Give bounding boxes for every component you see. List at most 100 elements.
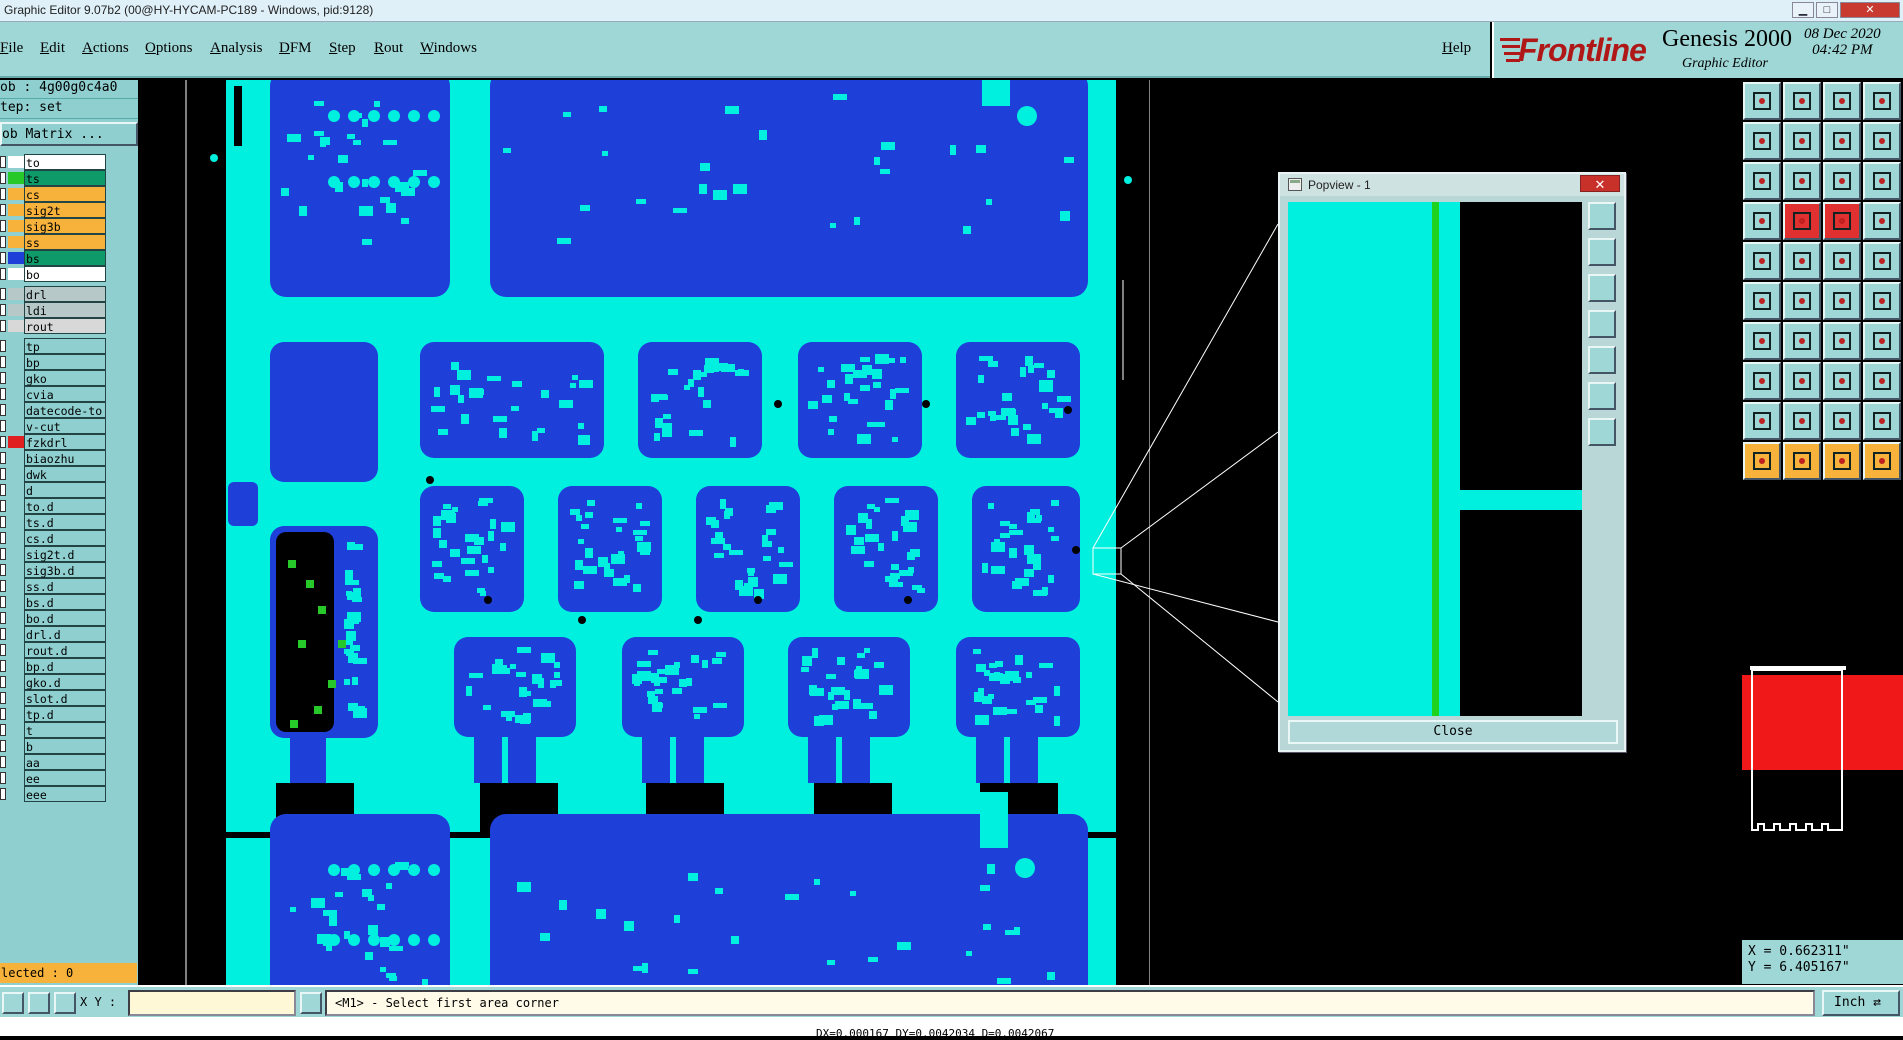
point-icon[interactable] [1823, 242, 1861, 280]
layer-row-datecode-to[interactable]: datecode-to [0, 402, 110, 418]
resize-icon[interactable] [1863, 362, 1901, 400]
graphic-canvas[interactable] [138, 80, 1150, 985]
select-icon[interactable] [1863, 202, 1901, 240]
layer-checkbox[interactable] [0, 724, 6, 736]
open-icon[interactable] [1743, 82, 1781, 120]
popview-canvas[interactable] [1288, 202, 1582, 716]
move-icon[interactable] [1743, 362, 1781, 400]
layer-checkbox[interactable] [0, 252, 6, 264]
layer-checkbox[interactable] [0, 204, 6, 216]
layer-checkbox[interactable] [0, 628, 6, 640]
layer-checkbox[interactable] [0, 500, 6, 512]
triangle2-icon[interactable] [1783, 402, 1821, 440]
layer-checkbox[interactable] [0, 220, 6, 232]
draw-line-icon[interactable] [1783, 322, 1821, 360]
layer-row-slot.d[interactable]: slot.d [0, 690, 110, 706]
layer-row-aa[interactable]: aa [0, 754, 110, 770]
scale-icon[interactable] [1743, 162, 1781, 200]
popview-tool-button[interactable] [1588, 274, 1616, 302]
layer-row-v-cut[interactable]: v-cut [0, 418, 110, 434]
question-icon[interactable] [1783, 162, 1821, 200]
layer-checkbox[interactable] [0, 484, 6, 496]
layer-checkbox[interactable] [0, 516, 6, 528]
maximize-button[interactable]: □ [1816, 2, 1838, 18]
triangle4-icon[interactable] [1863, 402, 1901, 440]
layer-checkbox[interactable] [0, 304, 6, 316]
layer-checkbox[interactable] [0, 356, 6, 368]
popview-close-x[interactable]: ✕ [1580, 175, 1620, 192]
layer-checkbox[interactable] [0, 320, 6, 332]
layer-checkbox[interactable] [0, 236, 6, 248]
layer-row-cs[interactable]: cs [0, 186, 110, 202]
layer-checkbox[interactable] [0, 740, 6, 752]
popview-tool-button[interactable] [1588, 202, 1616, 230]
triangle3-icon[interactable] [1823, 402, 1861, 440]
layer-checkbox[interactable] [0, 532, 6, 544]
layer-row-sig2t[interactable]: sig2t [0, 202, 110, 218]
layer-row-ldi[interactable]: ldi [0, 302, 110, 318]
layer-checkbox[interactable] [0, 596, 6, 608]
layer-checkbox[interactable] [0, 420, 6, 432]
line-icon[interactable] [1863, 242, 1901, 280]
layer-row-sig2t.d[interactable]: sig2t.d [0, 546, 110, 562]
pointer-icon[interactable] [1743, 442, 1781, 480]
overview-svg[interactable] [1742, 572, 1903, 862]
layer-checkbox[interactable] [0, 692, 6, 704]
minimize-button[interactable]: ▁ [1792, 2, 1814, 18]
layer-checkbox[interactable] [0, 548, 6, 560]
center-icon[interactable] [1863, 122, 1901, 160]
layer-checkbox[interactable] [0, 372, 6, 384]
layer-row-sig3b.d[interactable]: sig3b.d [0, 562, 110, 578]
layer-row-drl[interactable]: drl [0, 286, 110, 302]
layer-row-rout[interactable]: rout [0, 318, 110, 334]
popview-tool-button[interactable] [1588, 418, 1616, 446]
layer-checkbox[interactable] [0, 580, 6, 592]
menu-options[interactable]: Options [145, 40, 193, 57]
pan-icon[interactable] [1823, 122, 1861, 160]
layer-row-b[interactable]: b [0, 738, 110, 754]
layer-row-to.d[interactable]: to.d [0, 498, 110, 514]
menu-actions[interactable]: Actions [82, 40, 129, 57]
layer-checkbox[interactable] [0, 772, 6, 784]
menu-help[interactable]: Help [1442, 40, 1471, 57]
connect-icon[interactable] [1783, 242, 1821, 280]
layer-row-drl.d[interactable]: drl.d [0, 626, 110, 642]
rectangle-icon[interactable] [1823, 362, 1861, 400]
angle-icon[interactable] [28, 992, 50, 1014]
layer-row-bo.d[interactable]: bo.d [0, 610, 110, 626]
layer-checkbox[interactable] [0, 288, 6, 300]
layer-row-bp[interactable]: bp [0, 354, 110, 370]
layer-row-gko.d[interactable]: gko.d [0, 674, 110, 690]
layer-row-eee[interactable]: eee [0, 786, 110, 802]
measure-icon[interactable] [1823, 162, 1861, 200]
popview-tool-button[interactable] [1588, 238, 1616, 266]
pointer3-icon[interactable] [1823, 442, 1861, 480]
layer-row-bp.d[interactable]: bp.d [0, 658, 110, 674]
layer-row-ss.d[interactable]: ss.d [0, 578, 110, 594]
grid-icon[interactable] [1863, 162, 1901, 200]
xy-input[interactable] [128, 990, 296, 1016]
menu-rout[interactable]: Rout [374, 40, 403, 57]
link-icon[interactable] [1783, 282, 1821, 320]
layer-row-ss[interactable]: ss [0, 234, 110, 250]
layer-row-tp.d[interactable]: tp.d [0, 706, 110, 722]
layer-checkbox[interactable] [0, 452, 6, 464]
popview-tool-button[interactable] [1588, 310, 1616, 338]
layer-row-gko[interactable]: gko [0, 370, 110, 386]
layer-row-rout.d[interactable]: rout.d [0, 642, 110, 658]
snap-red-icon[interactable] [1783, 202, 1821, 240]
pcb-layout[interactable] [138, 80, 1150, 985]
menu-analysis[interactable]: Analysis [210, 40, 263, 57]
grid-icon[interactable] [54, 992, 76, 1014]
zoom-out-icon[interactable] [1743, 122, 1781, 160]
layer-checkbox[interactable] [0, 340, 6, 352]
layer-row-ts.d[interactable]: ts.d [0, 514, 110, 530]
menu-file[interactable]: File [0, 40, 23, 57]
zoom-in-icon[interactable] [1863, 82, 1901, 120]
copy-icon[interactable] [1783, 362, 1821, 400]
layer-row-biaozhu[interactable]: biaozhu [0, 450, 110, 466]
popview-tool-button[interactable] [1588, 346, 1616, 374]
overview-map[interactable] [1742, 572, 1903, 862]
layer-checkbox[interactable] [0, 404, 6, 416]
cross-icon[interactable] [1743, 282, 1781, 320]
